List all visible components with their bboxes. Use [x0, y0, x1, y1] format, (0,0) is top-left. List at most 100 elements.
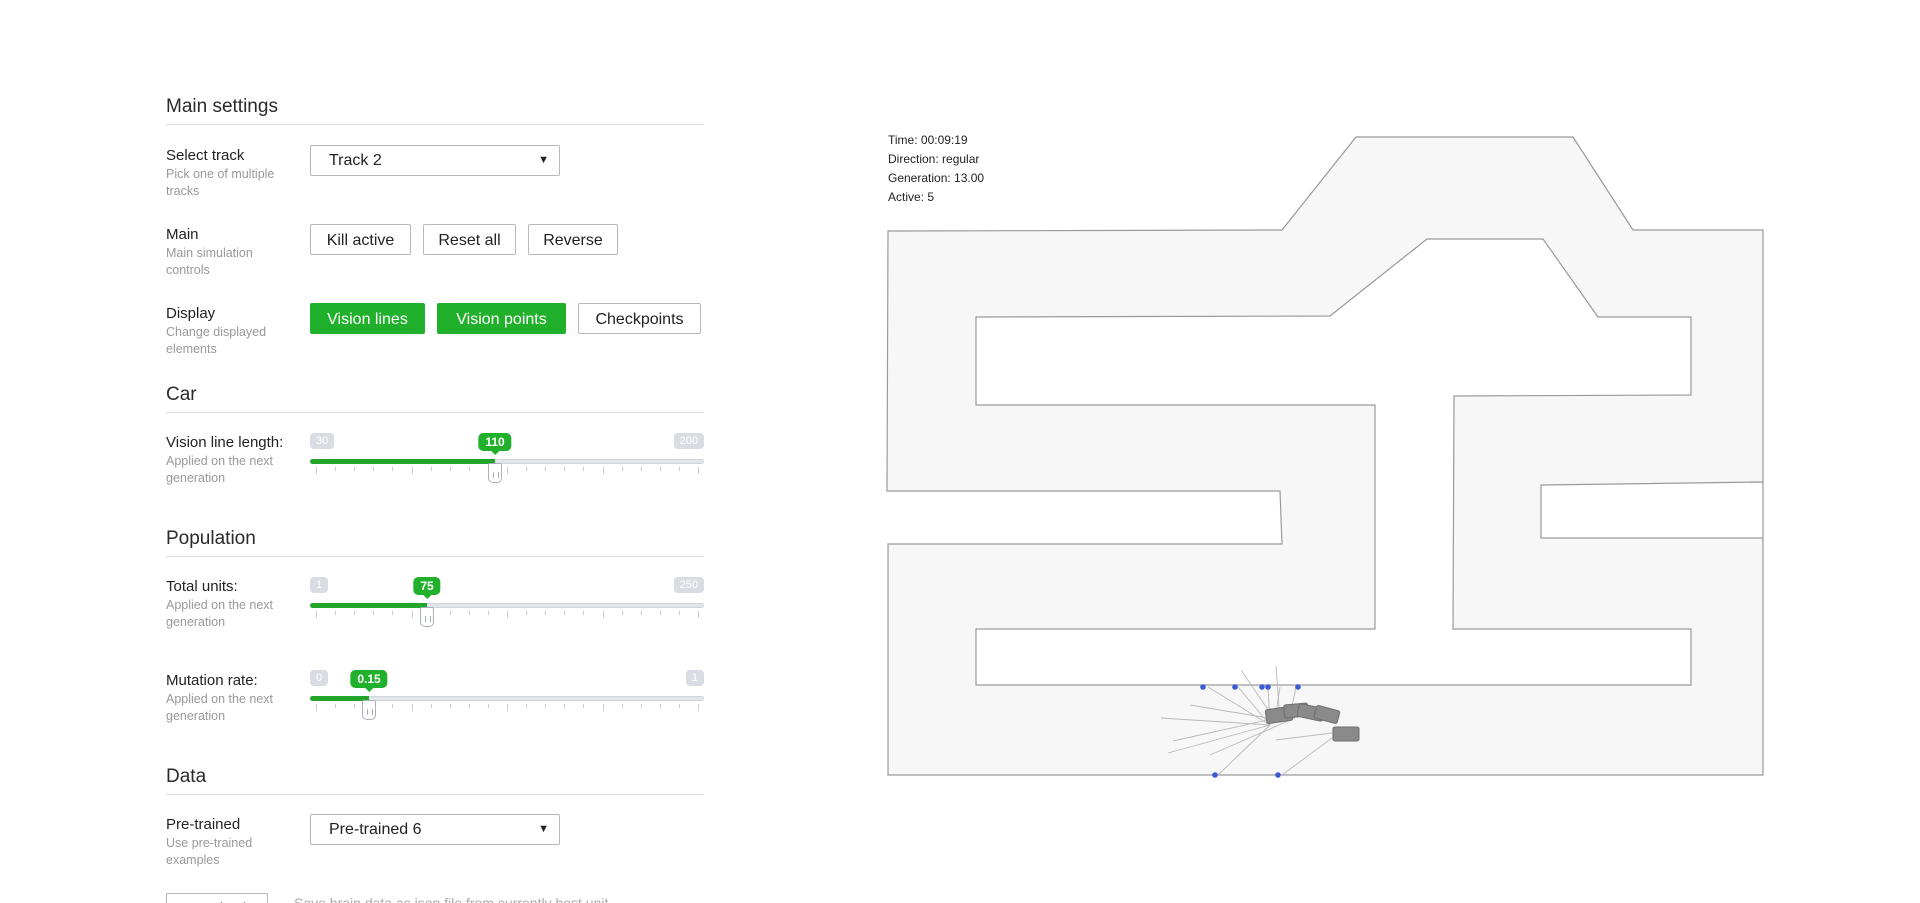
section-title-data: Data: [166, 766, 704, 795]
total-units-label: Total units:: [166, 578, 238, 595]
pretrained-sublabel: Use pre-trained examples: [166, 836, 253, 867]
slider-tick: [507, 611, 508, 618]
mutation-rate-label-group: Mutation rate: Applied on the next gener…: [166, 672, 296, 725]
slider-tick: [469, 467, 470, 471]
slider-tick: [622, 611, 623, 615]
section-title-main-settings: Main settings: [166, 96, 704, 125]
chevron-down-icon: ▼: [538, 823, 549, 835]
slider-tick: [564, 467, 565, 471]
slider-fill: [310, 459, 495, 464]
slider-tick: [450, 467, 451, 471]
slider-tick: [392, 611, 393, 615]
slider-tick: [583, 704, 584, 708]
total-units-sublabel: Applied on the next generation: [166, 598, 274, 629]
slider-tick: [545, 611, 546, 615]
track-select[interactable]: Track 2 ▼: [310, 145, 560, 176]
slider-tick: [450, 611, 451, 615]
slider-tick: [354, 467, 355, 471]
main-controls-label: Main: [166, 226, 199, 243]
chevron-down-icon: ▼: [538, 154, 549, 166]
slider-fill: [310, 603, 427, 608]
race-track: [886, 136, 1764, 776]
slider-tick: [679, 467, 680, 471]
slider-tick: [603, 704, 604, 711]
slider-ticks: [316, 611, 699, 618]
slider-tick: [392, 704, 393, 708]
slider-min-badge: 0: [310, 670, 329, 686]
mutation-rate-sublabel: Applied on the next generation: [166, 692, 274, 723]
track-select-value: Track 2: [329, 152, 382, 169]
slider-handle[interactable]: [488, 463, 502, 483]
slider-tick: [316, 611, 317, 618]
settings-panel: Main settings Select track Pick one of m…: [166, 0, 704, 903]
slider-value-badge: 0.15: [350, 670, 388, 692]
slider-tick: [545, 704, 546, 708]
slider-tick: [564, 611, 565, 615]
slider-tick: [373, 467, 374, 471]
total-units-label-group: Total units: Applied on the next generat…: [166, 578, 296, 631]
slider-tick: [641, 611, 642, 615]
track-svg: [886, 136, 1764, 778]
slider-tick: [679, 611, 680, 615]
slider-tick: [469, 611, 470, 615]
slider-handle[interactable]: [362, 700, 376, 720]
slider-tick: [354, 704, 355, 708]
reset-all-button[interactable]: Reset all: [423, 224, 516, 255]
slider-tick: [660, 704, 661, 708]
slider-tick: [373, 611, 374, 615]
simulation-canvas[interactable]: Time: 00:09:19 Direction: regular Genera…: [880, 130, 1780, 790]
vision-lines-toggle[interactable]: Vision lines: [310, 303, 425, 334]
slider-value-badge: 75: [413, 577, 441, 599]
slider-tick: [335, 467, 336, 471]
slider-tick: [679, 704, 680, 708]
slider-tick: [431, 467, 432, 471]
pretrained-label: Pre-trained: [166, 816, 241, 833]
slider-tick: [622, 704, 623, 708]
slider-tick: [583, 611, 584, 615]
display-label-group: Display Change displayed elements: [166, 305, 296, 358]
slider-max-badge: 250: [673, 577, 704, 593]
slider-handle[interactable]: [420, 607, 434, 627]
pretrained-select[interactable]: Pre-trained 6 ▼: [310, 814, 560, 845]
slider-value-badge: 110: [478, 433, 512, 455]
main-controls-label-group: Main Main simulation controls: [166, 226, 296, 279]
slider-tick: [431, 704, 432, 708]
pretrained-label-group: Pre-trained Use pre-trained examples: [166, 816, 296, 869]
select-track-sublabel: Pick one of multiple tracks: [166, 167, 275, 198]
section-title-population: Population: [166, 528, 704, 557]
slider-tick: [507, 467, 508, 474]
kill-active-button[interactable]: Kill active: [310, 224, 411, 255]
pretrained-select-value: Pre-trained 6: [329, 821, 422, 838]
main-controls-sublabel: Main simulation controls: [166, 246, 253, 277]
display-sublabel: Change displayed elements: [166, 325, 267, 356]
slider-tick: [526, 704, 527, 708]
slider-tick: [412, 704, 413, 711]
slider-tick: [488, 704, 489, 708]
slider-tick: [698, 611, 699, 618]
slider-tick: [698, 467, 699, 474]
total-units-slider[interactable]: 1 250 75: [310, 577, 704, 637]
slider-tick: [526, 467, 527, 471]
slider-tick: [698, 704, 699, 711]
save-brain-button[interactable]: Save brain: [166, 893, 268, 903]
slider-tick: [316, 467, 317, 474]
mutation-rate-slider[interactable]: 0 1 0.15: [310, 670, 704, 730]
slider-tick: [603, 467, 604, 474]
vision-line-length-slider[interactable]: 30 200 110: [310, 433, 704, 493]
slider-tick: [354, 611, 355, 615]
slider-max-badge: 200: [673, 433, 704, 449]
slider-tick: [660, 611, 661, 615]
slider-tick: [316, 704, 317, 711]
select-track-label-group: Select track Pick one of multiple tracks: [166, 147, 296, 200]
slider-tick: [335, 611, 336, 615]
slider-tick: [603, 611, 604, 618]
checkpoints-toggle[interactable]: Checkpoints: [578, 303, 701, 334]
vision-line-length-label: Vision line length:: [166, 434, 284, 451]
reverse-button[interactable]: Reverse: [528, 224, 618, 255]
slider-tick: [545, 467, 546, 471]
vision-line-length-label-group: Vision line length: Applied on the next …: [166, 434, 296, 487]
slider-tick: [622, 467, 623, 471]
slider-tick: [507, 704, 508, 711]
mutation-rate-label: Mutation rate:: [166, 672, 258, 689]
vision-points-toggle[interactable]: Vision points: [437, 303, 566, 334]
